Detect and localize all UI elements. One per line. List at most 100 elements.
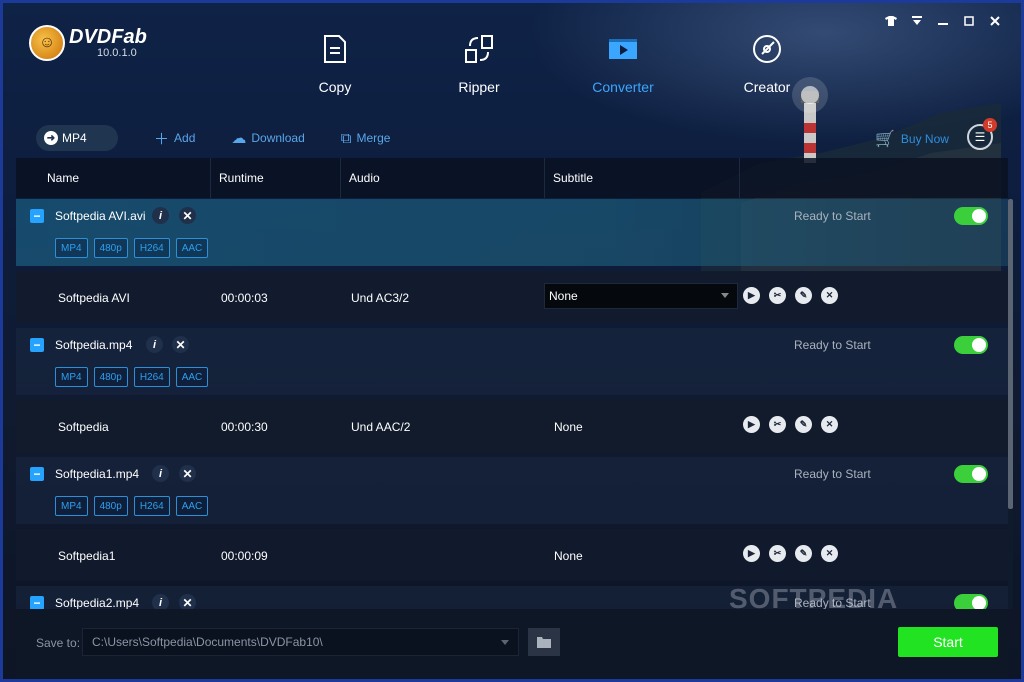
- tag-audio-codec[interactable]: AAC: [175, 496, 209, 516]
- collapse-icon[interactable]: −: [30, 338, 44, 352]
- subtitle-value[interactable]: None: [554, 420, 583, 434]
- merge-icon: ⧉: [340, 129, 352, 147]
- track-actions: ▶ ✂ ✎ ✕: [743, 416, 838, 433]
- delete-icon[interactable]: ✕: [821, 545, 838, 562]
- track-runtime: 00:00:30: [221, 420, 268, 434]
- track-runtime: 00:00:09: [221, 549, 268, 563]
- status-text: Ready to Start: [794, 209, 871, 223]
- scrollbar[interactable]: [1008, 199, 1013, 609]
- nav-copy[interactable]: Copy: [263, 29, 407, 95]
- collapse-icon[interactable]: −: [30, 209, 44, 223]
- column-subtitle: Subtitle: [545, 158, 740, 198]
- remove-icon[interactable]: ✕: [172, 336, 189, 353]
- profile-tags: MP4 480p H264 AAC: [55, 238, 209, 258]
- tag-container[interactable]: MP4: [55, 367, 88, 387]
- track-title: Softpedia: [58, 420, 109, 434]
- file-name: Softpedia1.mp4: [55, 467, 140, 481]
- status-text: Ready to Start: [794, 467, 871, 481]
- list-icon: ☰: [974, 130, 986, 144]
- subtitle-select[interactable]: None: [544, 283, 738, 309]
- menu-icon[interactable]: [909, 13, 925, 29]
- track-actions: ▶ ✂ ✎ ✕: [743, 287, 838, 304]
- monkey-logo-icon: ☺: [29, 25, 65, 61]
- toolbar: ➜ MP4 ＋ Add ☁ Download ⧉ Merge: [36, 125, 390, 151]
- add-button[interactable]: ＋ Add: [154, 128, 195, 149]
- info-icon[interactable]: i: [152, 207, 169, 224]
- enable-toggle[interactable]: [954, 336, 988, 354]
- delete-icon[interactable]: ✕: [821, 287, 838, 304]
- save-path-value: C:\Users\Softpedia\Documents\DVDFab10\: [92, 635, 323, 649]
- copy-icon: [324, 35, 346, 63]
- tag-audio-codec[interactable]: AAC: [175, 238, 209, 258]
- download-button[interactable]: ☁ Download: [231, 129, 304, 147]
- nav-ripper[interactable]: Ripper: [407, 29, 551, 95]
- chevron-down-icon: [721, 293, 729, 298]
- play-icon[interactable]: ▶: [743, 287, 760, 304]
- track-runtime: 00:00:03: [221, 291, 268, 305]
- tag-resolution[interactable]: 480p: [93, 367, 128, 387]
- nav-creator[interactable]: Creator: [695, 29, 839, 95]
- file-name: Softpedia2.mp4: [55, 596, 140, 609]
- skin-icon[interactable]: [883, 13, 899, 29]
- profile-button[interactable]: ➜ MP4: [36, 125, 118, 151]
- trim-icon[interactable]: ✂: [769, 416, 786, 433]
- enable-toggle[interactable]: [954, 207, 988, 225]
- profile-tags: MP4 480p H264 AAC: [55, 367, 209, 387]
- tag-resolution[interactable]: 480p: [93, 238, 128, 258]
- tag-resolution[interactable]: 480p: [93, 496, 128, 516]
- tag-video-codec[interactable]: H264: [133, 496, 170, 516]
- remove-icon[interactable]: ✕: [179, 594, 196, 609]
- add-label: Add: [174, 131, 196, 145]
- tag-container[interactable]: MP4: [55, 238, 88, 258]
- file-row[interactable]: − Softpedia1.mp4 i ✕ MP4 480p H264 AAC R…: [16, 457, 1008, 524]
- cloud-download-icon: ☁: [231, 130, 247, 147]
- scrollbar-thumb[interactable]: [1008, 199, 1013, 509]
- buy-now-link[interactable]: 🛒 Buy Now: [875, 129, 949, 149]
- play-icon[interactable]: ▶: [743, 416, 760, 433]
- trim-icon[interactable]: ✂: [769, 287, 786, 304]
- info-icon[interactable]: i: [152, 594, 169, 609]
- remove-icon[interactable]: ✕: [179, 207, 196, 224]
- maximize-icon[interactable]: [961, 13, 977, 29]
- collapse-icon[interactable]: −: [30, 596, 44, 609]
- tag-audio-codec[interactable]: AAC: [175, 367, 209, 387]
- tag-video-codec[interactable]: H264: [133, 238, 170, 258]
- collapse-icon[interactable]: −: [30, 467, 44, 481]
- info-icon[interactable]: i: [152, 465, 169, 482]
- info-icon[interactable]: i: [146, 336, 163, 353]
- save-path-select[interactable]: C:\Users\Softpedia\Documents\DVDFab10\: [82, 628, 519, 656]
- nav-converter[interactable]: Converter: [551, 29, 695, 95]
- play-icon[interactable]: ▶: [743, 545, 760, 562]
- minimize-icon[interactable]: [935, 13, 951, 29]
- folder-icon: [537, 637, 551, 648]
- track-row[interactable]: Softpedia 00:00:30 Und AAC/2 None ▶ ✂ ✎ …: [16, 400, 1008, 452]
- start-button[interactable]: Start: [898, 627, 998, 657]
- app-name: DVDFab: [69, 26, 147, 48]
- enable-toggle[interactable]: [954, 465, 988, 483]
- edit-icon[interactable]: ✎: [795, 287, 812, 304]
- tag-container[interactable]: MP4: [55, 496, 88, 516]
- file-row[interactable]: − Softpedia AVI.avi i ✕ MP4 480p H264 AA…: [16, 199, 1008, 266]
- close-icon[interactable]: [987, 13, 1003, 29]
- trim-icon[interactable]: ✂: [769, 545, 786, 562]
- converter-icon: [609, 39, 637, 59]
- edit-icon[interactable]: ✎: [795, 545, 812, 562]
- enable-toggle[interactable]: [954, 594, 988, 609]
- track-audio[interactable]: Und AAC/2: [351, 420, 410, 434]
- plus-icon: ＋: [154, 130, 170, 148]
- download-label: Download: [251, 131, 305, 145]
- track-row[interactable]: Softpedia AVI 00:00:03 Und AC3/2 None ▶ …: [16, 271, 1008, 323]
- browse-folder-button[interactable]: [528, 628, 560, 656]
- profile-tags: MP4 480p H264 AAC: [55, 496, 209, 516]
- nav-converter-label: Converter: [592, 79, 654, 95]
- tag-video-codec[interactable]: H264: [133, 367, 170, 387]
- file-row[interactable]: − Softpedia.mp4 i ✕ MP4 480p H264 AAC Re…: [16, 328, 1008, 395]
- delete-icon[interactable]: ✕: [821, 416, 838, 433]
- remove-icon[interactable]: ✕: [179, 465, 196, 482]
- track-audio[interactable]: Und AC3/2: [351, 291, 409, 305]
- merge-button[interactable]: ⧉ Merge: [341, 130, 391, 147]
- column-runtime: Runtime: [211, 158, 341, 198]
- track-row[interactable]: Softpedia1 00:00:09 None ▶ ✂ ✎ ✕: [16, 529, 1008, 581]
- edit-icon[interactable]: ✎: [795, 416, 812, 433]
- subtitle-value[interactable]: None: [554, 549, 583, 563]
